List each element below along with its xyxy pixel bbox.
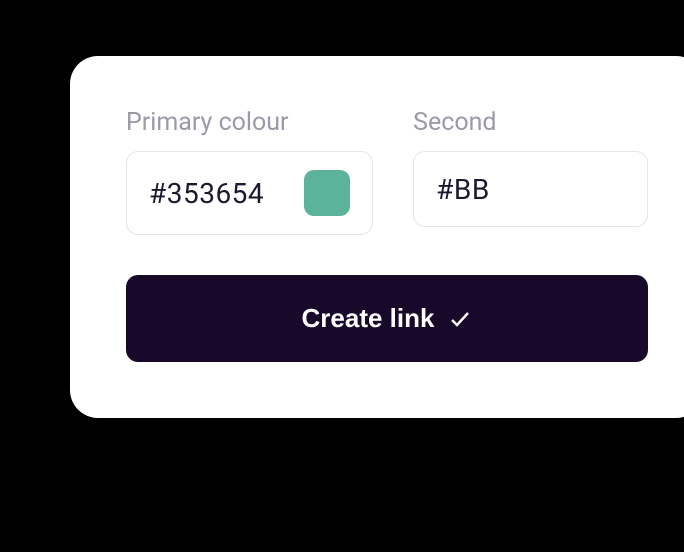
create-link-button-label: Create link <box>302 303 435 334</box>
create-link-button[interactable]: Create link <box>126 275 648 362</box>
primary-color-swatch[interactable] <box>304 170 350 216</box>
color-fields-row: Primary colour #353654 Second #BB <box>126 108 648 235</box>
primary-color-field: Primary colour #353654 <box>126 108 373 235</box>
primary-color-value: #353654 <box>149 177 264 210</box>
check-icon <box>448 307 472 331</box>
secondary-color-input[interactable]: #BB <box>413 151 648 227</box>
settings-card: Primary colour #353654 Second #BB Create… <box>70 56 684 418</box>
primary-color-input[interactable]: #353654 <box>126 151 373 235</box>
secondary-color-label: Second <box>413 108 648 137</box>
secondary-color-value: #BB <box>436 173 490 206</box>
primary-color-label: Primary colour <box>126 108 373 137</box>
secondary-color-field: Second #BB <box>413 108 648 235</box>
